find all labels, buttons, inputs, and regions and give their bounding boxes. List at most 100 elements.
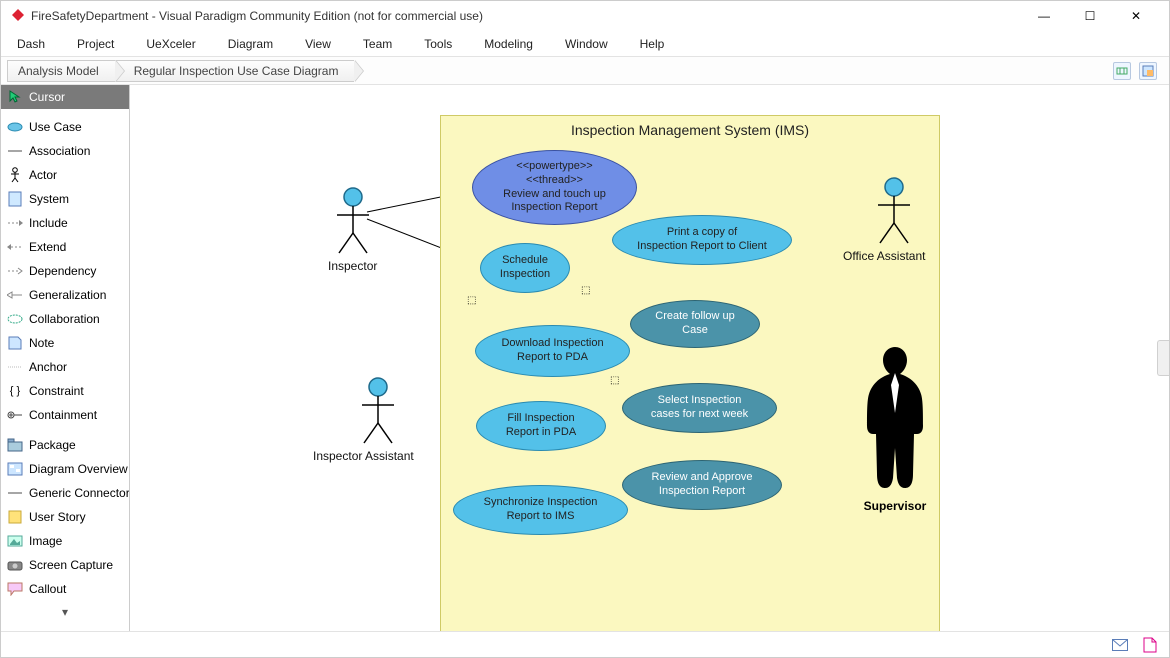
app-window: FireSafetyDepartment - Visual Paradigm C…: [0, 0, 1170, 658]
palette-extend[interactable]: Extend: [1, 235, 129, 259]
close-button[interactable]: ✕: [1113, 1, 1159, 31]
palette-image[interactable]: Image: [1, 529, 129, 553]
breadcrumb-analysis-model[interactable]: Analysis Model: [7, 60, 115, 82]
breadcrumb-row: Analysis Model Regular Inspection Use Ca…: [1, 57, 1169, 85]
palette-label: Extend: [29, 240, 66, 254]
maximize-button[interactable]: ☐: [1067, 1, 1113, 31]
vertical-scrollbar[interactable]: [1157, 340, 1169, 376]
palette-label: Include: [29, 216, 68, 230]
menu-project[interactable]: Project: [61, 33, 130, 55]
palette-containment[interactable]: Containment: [1, 403, 129, 427]
palette-label: Diagram Overview: [29, 462, 128, 476]
menu-view[interactable]: View: [289, 33, 347, 55]
palette-label: Screen Capture: [29, 558, 113, 572]
actor-supervisor[interactable]: [850, 343, 940, 493]
constraint-icon: { }: [7, 383, 23, 399]
system-icon: [7, 191, 23, 207]
mail-icon[interactable]: [1111, 636, 1129, 654]
palette-label: Note: [29, 336, 54, 350]
palette-diagram-overview[interactable]: Diagram Overview: [1, 457, 129, 481]
palette-usecase[interactable]: Use Case: [1, 115, 129, 139]
actor-label: Inspector Assistant: [313, 449, 414, 463]
cursor-marker-icon: ⬚: [467, 295, 477, 307]
palette-more-button[interactable]: ▾: [1, 601, 129, 623]
note-icon: [7, 335, 23, 351]
dependency-icon: [7, 263, 23, 279]
association-icon: [7, 143, 23, 159]
window-title: FireSafetyDepartment - Visual Paradigm C…: [31, 9, 1021, 23]
palette-package[interactable]: Package: [1, 433, 129, 457]
screen-capture-icon: [7, 557, 23, 573]
menu-diagram[interactable]: Diagram: [212, 33, 289, 55]
document-icon[interactable]: [1141, 636, 1159, 654]
usecase-schedule[interactable]: Schedule Inspection: [480, 243, 570, 293]
user-story-icon: [7, 509, 23, 525]
palette-generic-connector[interactable]: Generic Connector: [1, 481, 129, 505]
menu-help[interactable]: Help: [624, 33, 681, 55]
palette-label: Image: [29, 534, 62, 548]
menu-team[interactable]: Team: [347, 33, 408, 55]
diagram-options-icon[interactable]: [1139, 62, 1157, 80]
palette-constraint[interactable]: { } Constraint: [1, 379, 129, 403]
menu-window[interactable]: Window: [549, 33, 624, 55]
system-title: Inspection Management System (IMS): [441, 122, 939, 138]
palette-system[interactable]: System: [1, 187, 129, 211]
collaboration-icon: [7, 311, 23, 327]
anchor-icon: [7, 359, 23, 375]
layout-icon[interactable]: [1113, 62, 1131, 80]
package-icon: [7, 437, 23, 453]
cursor-marker-icon: ⬚: [610, 375, 620, 387]
palette-label: Generalization: [29, 288, 106, 302]
window-controls: — ☐ ✕: [1021, 1, 1159, 31]
containment-icon: [7, 407, 23, 423]
generic-connector-icon: [7, 485, 23, 501]
palette-label: Actor: [29, 168, 57, 182]
minimize-button[interactable]: —: [1021, 1, 1067, 31]
palette-label: Association: [29, 144, 90, 158]
menu-uexceler[interactable]: UeXceler: [130, 33, 211, 55]
generalization-icon: [7, 287, 23, 303]
palette-label: Containment: [29, 408, 97, 422]
palette-dependency[interactable]: Dependency: [1, 259, 129, 283]
cursor-icon: [7, 89, 23, 105]
actor-icon: [7, 167, 23, 183]
usecase-sync-ims[interactable]: Synchronize Inspection Report to IMS: [453, 485, 628, 535]
palette-label: Cursor: [29, 90, 65, 104]
actor-inspector-assistant[interactable]: Inspector Assistant: [343, 375, 414, 463]
palette-callout[interactable]: Callout: [1, 577, 129, 601]
statusbar: [1, 631, 1169, 657]
palette-cursor[interactable]: Cursor: [1, 85, 129, 109]
palette-generalization[interactable]: Generalization: [1, 283, 129, 307]
usecase-review-approve[interactable]: Review and Approve Inspection Report: [622, 460, 782, 510]
palette-label: Package: [29, 438, 76, 452]
usecase-print-copy[interactable]: Print a copy of Inspection Report to Cli…: [612, 215, 792, 265]
usecase-download-pda[interactable]: Download Inspection Report to PDA: [475, 325, 630, 377]
diagram-overview-icon: [7, 461, 23, 477]
diagram-canvas[interactable]: Inspection Management System (IMS) <<pow…: [130, 85, 1169, 631]
main-area: Cursor Use Case Association Actor System: [1, 85, 1169, 631]
actor-supervisor-label: Supervisor: [855, 499, 935, 513]
palette-label: Anchor: [29, 360, 67, 374]
menubar: Dash Project UeXceler Diagram View Team …: [1, 31, 1169, 57]
palette-note[interactable]: Note: [1, 331, 129, 355]
usecase-select-next-week[interactable]: Select Inspection cases for next week: [622, 383, 777, 433]
actor-office-assistant[interactable]: Office Assistant: [863, 175, 925, 263]
menu-modeling[interactable]: Modeling: [468, 33, 549, 55]
menu-tools[interactable]: Tools: [408, 33, 468, 55]
palette-actor[interactable]: Actor: [1, 163, 129, 187]
menu-dash[interactable]: Dash: [11, 33, 61, 55]
palette-collaboration[interactable]: Collaboration: [1, 307, 129, 331]
usecase-create-followup[interactable]: Create follow up Case: [630, 300, 760, 348]
palette-anchor[interactable]: Anchor: [1, 355, 129, 379]
palette-label: User Story: [29, 510, 86, 524]
breadcrumb-use-case-diagram[interactable]: Regular Inspection Use Case Diagram: [115, 60, 355, 82]
usecase-fill-pda[interactable]: Fill Inspection Report in PDA: [476, 401, 606, 451]
palette-association[interactable]: Association: [1, 139, 129, 163]
palette-screen-capture[interactable]: Screen Capture: [1, 553, 129, 577]
usecase-review-touch-up[interactable]: <<powertype>> <<thread>> Review and touc…: [472, 150, 637, 225]
palette-include[interactable]: Include: [1, 211, 129, 235]
actor-label: Inspector: [328, 259, 377, 273]
palette-user-story[interactable]: User Story: [1, 505, 129, 529]
actor-inspector[interactable]: Inspector: [328, 185, 377, 273]
breadcrumb: Analysis Model Regular Inspection Use Ca…: [7, 60, 1113, 82]
